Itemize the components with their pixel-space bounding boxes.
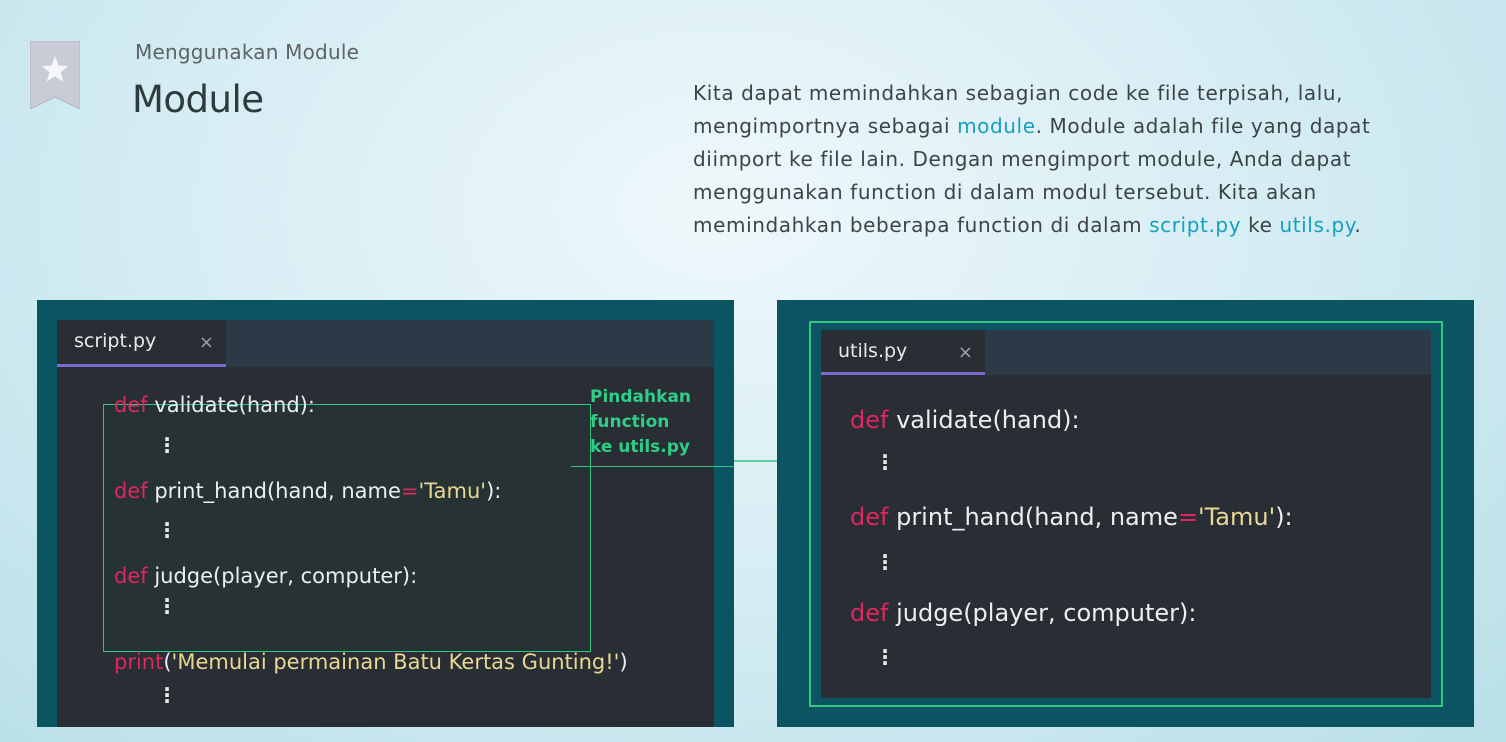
code-line-validate: def validate(hand): <box>114 393 315 417</box>
code-text: validate(hand): <box>147 393 315 417</box>
vertical-ellipsis-icon: · · · <box>881 544 889 580</box>
module-term: module <box>957 114 1036 138</box>
tab-label: script.py <box>74 330 157 352</box>
utils-editor: utils.py × def validate(hand): · · · def p… <box>821 330 1431 698</box>
utils-file-term: utils.py <box>1279 213 1355 237</box>
code-line-print-hand: def print_hand(hand, name='Tamu'): <box>850 503 1293 531</box>
keyword-def: def <box>850 599 889 627</box>
code-text: validate(hand): <box>888 406 1080 434</box>
vertical-ellipsis-icon: · · · <box>163 677 171 713</box>
code-text: print_hand(hand, name <box>147 479 401 503</box>
script-editor: script.py × def validate(hand): · · · def … <box>57 320 714 727</box>
vertical-ellipsis-icon: · · · <box>163 588 171 624</box>
close-icon[interactable]: × <box>199 332 214 353</box>
keyword-def: def <box>850 503 889 531</box>
move-annotation: Pindahkan function ke utils.py <box>590 385 720 460</box>
code-line-print-hand: def print_hand(hand, name='Tamu'): <box>114 479 501 503</box>
code-text: ( <box>163 650 172 674</box>
page-title: Module <box>132 78 264 121</box>
code-line-judge: def judge(player, computer): <box>114 564 417 588</box>
code-text: judge(player, computer): <box>888 599 1197 627</box>
operator: = <box>1177 503 1198 531</box>
string-literal: 'Tamu' <box>418 479 487 503</box>
script-file-term: script.py <box>1149 213 1242 237</box>
code-text: ) <box>619 650 628 674</box>
vertical-ellipsis-icon: · · · <box>881 444 889 480</box>
utils-illustration-panel: utils.py × def validate(hand): · · · def p… <box>777 300 1474 727</box>
code-line-judge: def judge(player, computer): <box>850 599 1196 627</box>
code-line-print: print('Memulai permainan Batu Kertas Gun… <box>114 650 628 674</box>
description-text-3: ke <box>1241 213 1280 237</box>
tab-script-py[interactable]: script.py × <box>57 320 226 367</box>
operator: = <box>400 479 419 503</box>
close-icon[interactable]: × <box>958 342 973 363</box>
connector-line <box>571 466 734 467</box>
annotation-line: Pindahkan <box>590 387 692 407</box>
code-line-validate: def validate(hand): <box>850 406 1080 434</box>
keyword-def: def <box>850 406 889 434</box>
tab-utils-py[interactable]: utils.py × <box>821 330 985 375</box>
annotation-line: ke utils.py <box>590 437 691 457</box>
editor-tab-bar: script.py × <box>57 320 714 367</box>
lesson-description: Kita dapat memindahkan sebagian code ke … <box>693 77 1413 242</box>
functions-to-move-box <box>103 404 591 652</box>
code-text: judge(player, computer): <box>147 564 418 588</box>
description-text-4: . <box>1354 213 1362 237</box>
bookmark-star-icon[interactable] <box>30 41 80 109</box>
vertical-ellipsis-icon: · · · <box>163 512 171 548</box>
script-illustration-panel: script.py × def validate(hand): · · · def … <box>37 300 734 727</box>
annotation-line: function <box>590 412 670 432</box>
keyword-def: def <box>114 393 148 417</box>
breadcrumb: Menggunakan Module <box>135 40 360 64</box>
keyword-def: def <box>114 479 148 503</box>
code-text: ): <box>1275 503 1293 531</box>
tab-label: utils.py <box>838 340 908 362</box>
code-text: print_hand(hand, name <box>888 503 1178 531</box>
code-text: ): <box>486 479 502 503</box>
keyword-print: print <box>114 650 164 674</box>
vertical-ellipsis-icon: · · · <box>163 427 171 463</box>
string-literal: 'Memulai permainan Batu Kertas Gunting!' <box>171 650 620 674</box>
editor-tab-bar: utils.py × <box>821 330 1431 375</box>
keyword-def: def <box>114 564 148 588</box>
vertical-ellipsis-icon: · · · <box>881 639 889 675</box>
string-literal: 'Tamu' <box>1198 503 1276 531</box>
